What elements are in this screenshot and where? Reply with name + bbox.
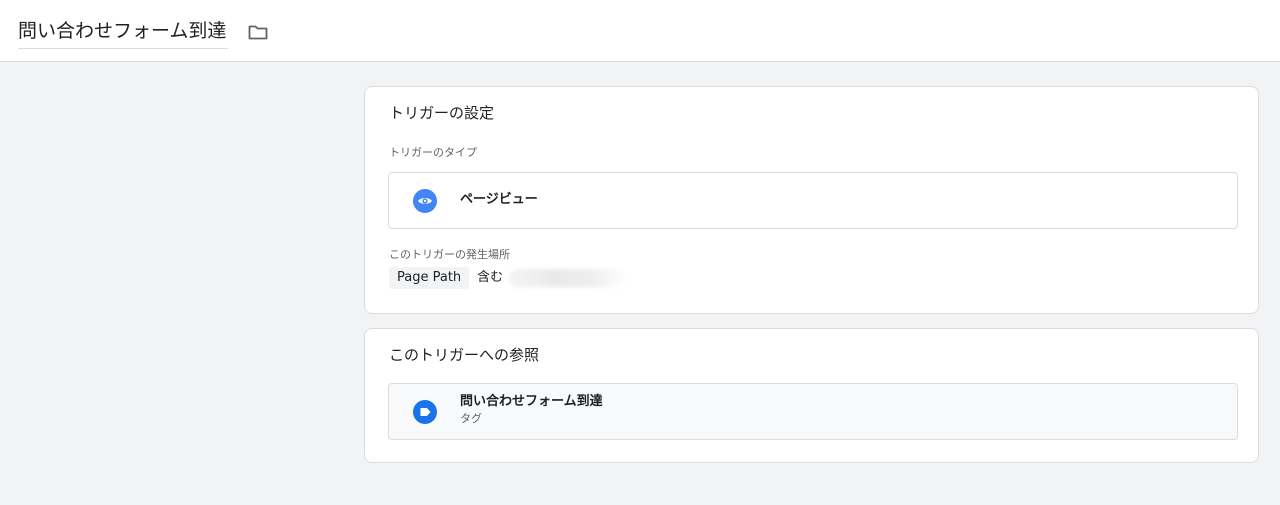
reference-type: タグ <box>460 412 482 425</box>
trigger-type-name: ページビュー <box>460 192 538 207</box>
trigger-name[interactable]: 問い合わせフォーム到達 <box>18 18 226 44</box>
trigger-where-label: このトリガーの発生場所 <box>389 248 510 261</box>
folder-icon[interactable] <box>246 20 270 44</box>
condition-operator: 含む <box>477 270 504 285</box>
trigger-type-selector[interactable]: ページビュー <box>388 172 1238 229</box>
tag-icon <box>413 400 437 424</box>
page-header: 問い合わせフォーム到達 <box>0 0 1280 62</box>
condition-variable-chip: Page Path <box>389 267 470 289</box>
eye-icon <box>413 189 437 213</box>
trigger-type-label: トリガーのタイプ <box>389 146 477 159</box>
trigger-config-title: トリガーの設定 <box>389 104 495 122</box>
condition-value-redacted <box>509 269 628 287</box>
reference-name: 問い合わせフォーム到達 <box>460 394 603 409</box>
trigger-condition: Page Path 含む <box>389 267 628 289</box>
trigger-references-title: このトリガーへの参照 <box>389 346 540 364</box>
reference-item[interactable]: 問い合わせフォーム到達 タグ <box>388 383 1238 440</box>
trigger-name-field[interactable]: 問い合わせフォーム到達 <box>18 18 229 49</box>
trigger-references-card: このトリガーへの参照 問い合わせフォーム到達 タグ <box>364 328 1259 463</box>
trigger-config-card: トリガーの設定 トリガーのタイプ ページビュー このトリガーの発生場所 Page… <box>364 86 1259 314</box>
